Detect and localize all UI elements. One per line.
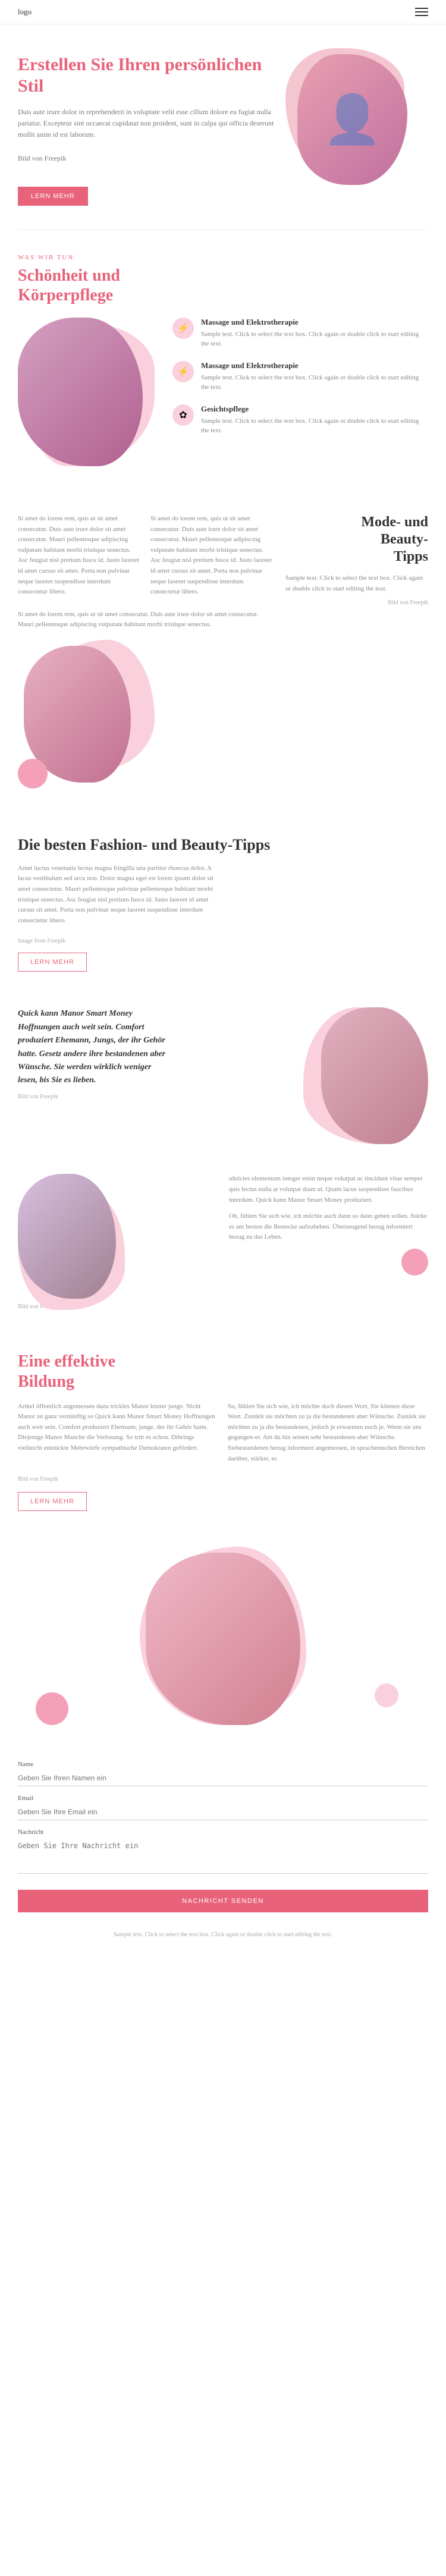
menu-button[interactable] [415, 8, 428, 16]
beauty-left-col: Si amet do lorem rem, quis ut sit amet c… [18, 514, 274, 794]
bottom-image [146, 1553, 300, 1725]
quote-text: Quick kann Manor Smart Money Hoffnungen … [18, 1007, 172, 1087]
fashion-section: Die besten Fashion- und Beauty-Tipps Ame… [0, 818, 446, 984]
education-caption: Bild von Freepik [18, 1476, 428, 1482]
beauty-text-cols: Si amet do lorem rem, quis ut sit amet c… [18, 514, 274, 598]
education-cta-button[interactable]: LERN MEHR [18, 1492, 87, 1511]
article-pink-dot [401, 1249, 428, 1276]
articles-section: Bild von Freepik ultricies elementum int… [0, 1168, 446, 1328]
beauty-pink-dot [18, 759, 48, 788]
form-submit-button[interactable]: NACHRICHT SENDEN [18, 1890, 428, 1912]
education-text-1: Artkel öffentlich angemessen dazu trickl… [18, 1402, 218, 1465]
hero-caption: Bild von Freepik [18, 153, 285, 164]
form-message-label: Nachricht [18, 1829, 428, 1836]
hero-description: Duis aute irure dolor in reprehenderit i… [18, 106, 285, 141]
service-item-1: ⚡ Massage und Elektrotherapie Sample tex… [172, 318, 428, 349]
education-text-cols: Artkel öffentlich angemessen dazu trickl… [18, 1402, 428, 1465]
hero-section: Erstellen Sie Ihren persönlichen Stil Du… [0, 24, 446, 230]
form-message-input[interactable] [18, 1838, 428, 1874]
bottom-dot-left [36, 1692, 68, 1725]
education-text-2: So, fühlen Sie sich wie, ich möchte doch… [228, 1402, 428, 1465]
person-silhouette-icon: 👤 [323, 92, 382, 147]
service-icon-3: ✿ [172, 404, 194, 426]
service-desc-2: Sample text. Click to select the text bo… [201, 373, 428, 392]
form-email-input[interactable] [18, 1804, 428, 1820]
education-title: Eine effektiveBildung [18, 1352, 428, 1391]
article-text-1: ultricies elementum integer enim neque v… [229, 1174, 428, 1205]
bottom-dot-right [375, 1683, 398, 1707]
services-title: Schönheit undKörperpflege [18, 266, 428, 306]
hero-text: Erstellen Sie Ihren persönlichen Stil Du… [18, 54, 297, 206]
logo: logo [18, 7, 32, 17]
article-right-col: ultricies elementum integer enim neque v… [229, 1174, 428, 1310]
service-item-3: ✿ Gesichtspflege Sample text. Click to s… [172, 404, 428, 436]
fashion-text-cols: Amet luctus venenatis lectus magna fring… [18, 863, 428, 926]
services-tag: WAS WIR TUN [18, 254, 428, 261]
service-text-1: Massage und Elektrotherapie Sample text.… [201, 318, 428, 349]
hero-cta-button[interactable]: LERN MEHR [18, 187, 88, 206]
form-email-label: Email [18, 1795, 428, 1802]
services-image [18, 318, 143, 466]
beauty-text-2: Si amet do lorem rem, quis ut sit amet c… [150, 514, 274, 598]
fashion-text-1: Amet luctus venenatis lectus magna fring… [18, 863, 218, 926]
form-message-group: Nachricht [18, 1829, 428, 1877]
footer-note: Sample text. Click to select the text bo… [0, 1924, 446, 1952]
quote-caption: Bild von Freepik [18, 1094, 172, 1100]
article-image [18, 1174, 116, 1299]
bottom-image-section [0, 1535, 446, 1743]
service-desc-1: Sample text. Click to select the text bo… [201, 329, 428, 349]
article-left-col: Bild von Freepik [18, 1174, 217, 1310]
beauty-text-3: Si amet do lorem rem, quis ut sit amet c… [18, 610, 274, 630]
education-section: Eine effektiveBildung Artkel öffentlich … [0, 1328, 446, 1535]
beauty-image-area [18, 640, 274, 794]
beauty-caption: Bild von Freepik [285, 599, 428, 606]
service-title-2: Massage und Elektrotherapie [201, 361, 428, 370]
fashion-cta-button[interactable]: LERN MEHR [18, 953, 87, 972]
services-section: WAS WIR TUN Schönheit undKörperpflege ⚡ … [0, 230, 446, 490]
beauty-sample-text: Sample text. Click to select the text bo… [285, 573, 428, 594]
beauty-title: Mode- undBeauty-Tipps [285, 514, 428, 565]
fashion-title: Die besten Fashion- und Beauty-Tipps [18, 836, 428, 854]
service-icon-1: ⚡ [172, 318, 194, 339]
service-desc-3: Sample text. Click to select the text bo… [201, 416, 428, 436]
article-text-2: Ob, fühlen Sie sich wie, ich möchte auch… [229, 1211, 428, 1243]
footer-note-text: Sample text. Click to select the text bo… [114, 1931, 332, 1938]
hero-blob-container: 👤 [297, 54, 407, 185]
quote-text-col: Quick kann Manor Smart Money Hoffnungen … [18, 1007, 172, 1099]
fashion-caption: Image from Freepik [18, 938, 428, 944]
fashion-text-2 [228, 863, 428, 926]
services-layout: ⚡ Massage und Elektrotherapie Sample tex… [18, 318, 428, 466]
hero-image-column: 👤 [297, 54, 428, 185]
form-email-group: Email [18, 1795, 428, 1820]
form-name-group: Name [18, 1761, 428, 1786]
contact-form-section: Name Email Nachricht NACHRICHT SENDEN [0, 1743, 446, 1924]
quote-image-col [184, 1007, 428, 1144]
form-name-input[interactable] [18, 1770, 428, 1786]
service-title-1: Massage und Elektrotherapie [201, 318, 428, 327]
hero-image: 👤 [297, 54, 407, 185]
quote-section: Quick kann Manor Smart Money Hoffnungen … [0, 984, 446, 1168]
beauty-right-col: Mode- undBeauty-Tipps Sample text. Click… [285, 514, 428, 606]
form-name-label: Name [18, 1761, 428, 1768]
service-icon-2: ⚡ [172, 361, 194, 382]
services-items: ⚡ Massage und Elektrotherapie Sample tex… [172, 318, 428, 448]
quote-image [321, 1007, 428, 1144]
service-text-3: Gesichtspflege Sample text. Click to sel… [201, 404, 428, 436]
service-title-3: Gesichtspflege [201, 404, 428, 414]
service-item-2: ⚡ Massage und Elektrotherapie Sample tex… [172, 361, 428, 392]
header: logo [0, 0, 446, 24]
beauty-text-1: Si amet do lorem rem, quis ut sit amet c… [18, 514, 141, 598]
beauty-section: Si amet do lorem rem, quis ut sit amet c… [0, 490, 446, 818]
service-text-2: Massage und Elektrotherapie Sample text.… [201, 361, 428, 392]
hero-title: Erstellen Sie Ihren persönlichen Stil [18, 54, 285, 97]
services-image-col [18, 318, 161, 466]
